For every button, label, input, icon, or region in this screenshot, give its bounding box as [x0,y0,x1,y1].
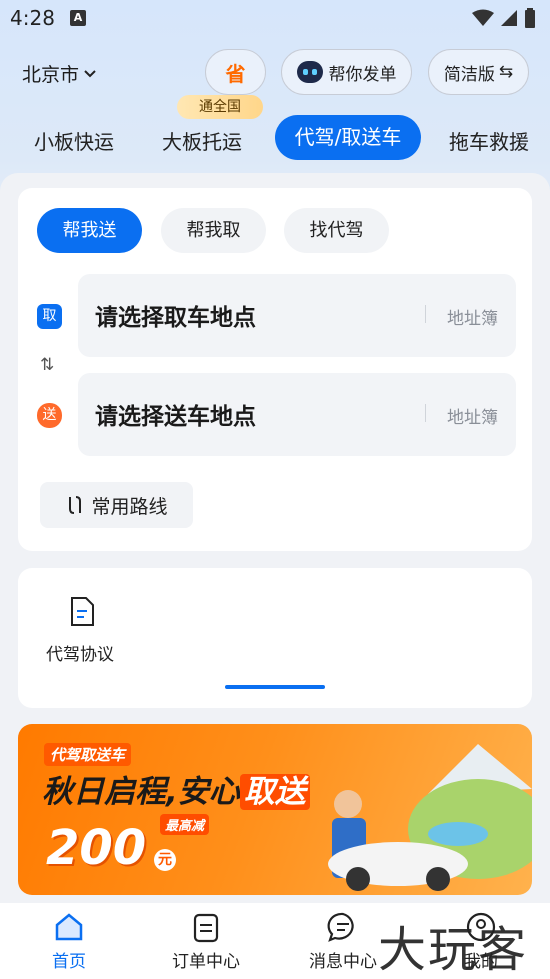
simple-mode-label: 简洁版 [443,64,495,85]
document-icon[interactable] [69,597,95,627]
robot-icon [296,61,323,83]
tab-help-send[interactable]: 帮我送 [37,208,142,253]
banner-illustration [328,744,532,891]
nav-orders[interactable]: 订单中心 [156,911,256,972]
message-icon [327,912,354,942]
banner-title: 秋日启程,安心 取送 [42,766,310,811]
chevron-down-icon [84,69,96,77]
savings-label: 省 [225,61,246,86]
common-route-label: 常用路线 [91,495,168,518]
nav-orders-label: 订单中心 [172,952,240,972]
city-label: 北京市 [22,64,80,86]
tab-towing[interactable]: 拖车救援 [449,126,529,155]
switch-icon: ⇆ [498,62,514,82]
notification-icon: A [70,10,86,26]
divider [425,404,426,422]
pickup-address-book[interactable]: 地址簿 [447,304,498,329]
agreement-label[interactable]: 代驾协议 [46,640,114,665]
pickup-placeholder: 请选择取车地点 [95,305,256,331]
tab-find-driver[interactable]: 找代驾 [284,208,389,253]
status-time: 4:28 [10,6,55,30]
dropoff-address-book[interactable]: 地址簿 [447,403,498,428]
help-order-button[interactable]: 帮你发单 [281,49,412,95]
tab-small-board[interactable]: 小板快运 [34,126,114,155]
nav-home[interactable]: 首页 [19,911,119,972]
tab-driver-service[interactable]: 代驾/取送车 [275,115,421,160]
wifi-icon [472,9,494,26]
nav-messages-label: 消息中心 [309,952,377,972]
savings-button[interactable]: 省 [205,49,266,95]
signal-icon [501,10,517,26]
dropoff-address-field[interactable]: 请选择送车地点 地址簿 [78,373,516,456]
battery-icon [525,8,535,28]
status-icons [472,8,536,28]
dropoff-tag: 送 [37,403,62,428]
banner-tag: 代驾取送车 [44,743,132,766]
banner-amount: 200 [46,820,147,876]
home-icon [55,913,83,941]
tab-help-pickup[interactable]: 帮我取 [161,208,266,253]
nationwide-badge: 通全国 [177,95,263,119]
page-indicator [225,685,325,689]
common-route-button[interactable]: 常用路线 [40,482,193,528]
banner-unit: 元 [154,849,176,871]
simple-mode-button[interactable]: 简洁版 ⇆ [428,49,529,95]
order-icon [193,913,219,943]
status-bar: 4:28 A [0,0,550,38]
swap-icon[interactable]: ⇅ [40,355,54,375]
nav-home-label: 首页 [52,952,86,972]
divider [425,305,426,323]
route-icon [69,496,82,514]
pickup-address-field[interactable]: 请选择取车地点 地址簿 [78,274,516,357]
tab-large-board[interactable]: 大板托运 [162,126,242,155]
banner-max-label: 最高减 [160,814,210,835]
help-order-label: 帮你发单 [328,64,397,85]
dropoff-placeholder: 请选择送车地点 [95,404,256,430]
watermark: 大玩客 [378,922,529,978]
pickup-tag: 取 [37,304,62,329]
city-selector[interactable]: 北京市 [22,60,97,87]
promo-banner[interactable]: 代驾取送车 秋日启程,安心 取送 最高减 200 元 [18,724,532,895]
